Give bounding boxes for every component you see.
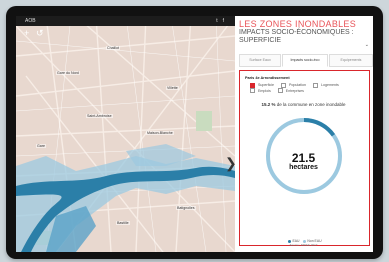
arrondissement-heading: Paris 4e Arrondissement bbox=[245, 76, 290, 80]
map-label: Chaillot bbox=[106, 46, 120, 50]
stats-card: Paris 4e Arrondissement Superficie Popul… bbox=[239, 70, 370, 247]
option-entreprises[interactable]: Entreprises bbox=[277, 88, 307, 94]
map-canvas[interactable] bbox=[16, 16, 235, 252]
stat-unit: hectares bbox=[289, 164, 318, 171]
option-emplois[interactable]: Emplois bbox=[250, 88, 274, 94]
map-topbar: AOB tf bbox=[16, 16, 235, 26]
screen: AOB tf + ↺ Chaillot Gare du Nord Villett… bbox=[16, 16, 373, 252]
map-view[interactable]: AOB tf + ↺ Chaillot Gare du Nord Villett… bbox=[16, 16, 235, 252]
panel-subtitle-2: SUPERFICIE bbox=[239, 37, 282, 44]
source-text: Source: DRIEE 2017 bbox=[289, 243, 318, 247]
zoom-in-button[interactable]: + bbox=[24, 28, 29, 38]
panel-subtitle: IMPACTS SOCIO-ÉCONOMIQUES : bbox=[239, 29, 354, 36]
app-label: AOB bbox=[25, 18, 36, 24]
tablet-frame: AOB tf + ↺ Chaillot Gare du Nord Villett… bbox=[6, 6, 383, 259]
map-label: Gare du Nord bbox=[56, 71, 80, 75]
facebook-icon[interactable]: f bbox=[223, 18, 229, 24]
chevron-right-icon[interactable]: ❯ bbox=[225, 156, 235, 170]
option-logements[interactable]: Logements bbox=[312, 83, 342, 88]
map-label: Saint-Ambroise bbox=[86, 114, 113, 118]
tab-surface[interactable]: Surface Eaux bbox=[239, 54, 281, 67]
percentage-line: 15.2 % de la commune en zone inondable bbox=[240, 102, 367, 107]
percentage-text: de la commune en zone inondable bbox=[276, 102, 346, 107]
info-panel: LES ZONES INONDABLES IMPACTS SOCIO-ÉCONO… bbox=[235, 16, 373, 252]
reset-icon[interactable]: ↺ bbox=[36, 28, 44, 38]
map-label: Gare bbox=[36, 144, 46, 148]
map-label: Villette bbox=[166, 86, 179, 90]
indicator-options: Superficie Population Logements Emplois … bbox=[250, 83, 360, 94]
map-label: Batignolles bbox=[176, 206, 196, 210]
checkbox-icon[interactable] bbox=[277, 88, 283, 94]
checkbox-icon[interactable] bbox=[250, 83, 255, 88]
checkbox-icon[interactable] bbox=[312, 83, 318, 88]
checkbox-icon[interactable] bbox=[280, 83, 286, 88]
checkbox-icon[interactable] bbox=[250, 88, 255, 94]
map-label: Bastille bbox=[116, 221, 130, 225]
chevron-down-icon[interactable]: ⌄ bbox=[365, 42, 369, 48]
percentage-value: 15.2 % bbox=[261, 102, 276, 107]
map-label: Maison-Blanche bbox=[146, 131, 174, 135]
tab-bar: Surface Eaux Impacts socio-éco Equipemen… bbox=[239, 54, 373, 67]
tab-equipements[interactable]: Equipements bbox=[329, 54, 373, 67]
tab-impacts[interactable]: Impacts socio-éco bbox=[282, 54, 328, 67]
panel-title: LES ZONES INONDABLES bbox=[239, 19, 357, 29]
stat-value: 21.5 bbox=[291, 151, 316, 165]
